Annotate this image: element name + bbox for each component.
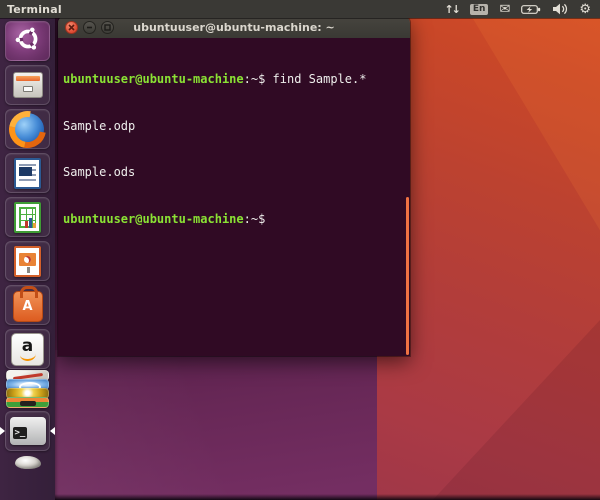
launcher-item-libreoffice-writer[interactable] — [5, 153, 50, 193]
launcher-item-folded-app-4[interactable] — [6, 397, 49, 408]
messaging-menu-icon[interactable]: ✉ — [499, 3, 510, 16]
launcher-item-trash[interactable] — [15, 456, 41, 469]
terminal-line: ubuntuuser@ubuntu-machine:~$ — [63, 212, 405, 228]
terminal-titlebar[interactable]: ubuntuuser@ubuntu-machine: ~ — [58, 16, 410, 39]
prompt-suffix: :~$ — [244, 72, 266, 86]
wallpaper-facet — [0, 350, 380, 500]
launcher-item-terminal[interactable]: >_ — [5, 411, 50, 451]
close-button[interactable] — [65, 21, 78, 34]
output-text: Sample.ods — [63, 165, 135, 179]
top-panel: Terminal ↑↓ En ✉ ⚙ — [0, 0, 600, 18]
terminal-line: ubuntuuser@ubuntu-machine:~$ find Sample… — [63, 72, 405, 88]
terminal-output-area[interactable]: ubuntuuser@ubuntu-machine:~$ find Sample… — [58, 38, 410, 356]
prompt-text: ubuntuuser@ubuntu-machine — [63, 72, 244, 86]
keyboard-layout-indicator[interactable]: En — [470, 4, 489, 15]
output-text: Sample.odp — [63, 119, 135, 133]
unity-launcher: A a >_ — [0, 18, 55, 500]
terminal-line: Sample.ods — [63, 165, 405, 181]
battery-indicator-icon[interactable] — [521, 4, 541, 15]
terminal-monitor-icon: >_ — [10, 417, 46, 445]
indicator-tray: ↑↓ En ✉ ⚙ — [444, 3, 600, 16]
bottom-vignette — [0, 494, 600, 500]
command-text: find Sample.* — [265, 72, 366, 86]
overlay-scrollbar-thumb[interactable] — [406, 197, 409, 355]
terminal-line: Sample.odp — [63, 119, 405, 135]
terminal-window: ubuntuuser@ubuntu-machine: ~ ubuntuuser@… — [58, 16, 410, 356]
launcher-item-amazon[interactable]: a — [5, 329, 50, 369]
maximize-button[interactable] — [101, 21, 114, 34]
terminal-screen-glyph: >_ — [13, 427, 28, 439]
amazon-smile-arrow — [19, 352, 36, 361]
launcher-item-libreoffice-calc[interactable] — [5, 197, 50, 237]
software-bag-icon: A — [13, 291, 43, 322]
libreoffice-writer-icon — [14, 158, 41, 189]
software-bag-letter: A — [22, 299, 32, 314]
prompt-text: ubuntuuser@ubuntu-machine — [63, 212, 244, 226]
active-app-menu-title[interactable]: Terminal — [0, 3, 62, 16]
window-controls — [58, 16, 114, 38]
firefox-icon — [11, 113, 44, 146]
launcher-item-firefox[interactable] — [5, 109, 50, 149]
launcher-item-files[interactable] — [5, 65, 50, 105]
session-menu-gear-icon[interactable]: ⚙ — [579, 3, 591, 16]
files-drawer-icon — [13, 72, 43, 98]
amazon-icon: a — [11, 333, 44, 366]
launcher-item-dash-home[interactable] — [5, 21, 50, 61]
prompt-suffix: :~$ — [244, 212, 266, 226]
ubuntu-logo-icon — [15, 26, 41, 56]
libreoffice-calc-icon — [14, 202, 41, 233]
launcher-folded-stack — [6, 372, 49, 408]
network-indicator-icon[interactable]: ↑↓ — [444, 4, 458, 15]
launcher-item-ubuntu-software[interactable]: A — [5, 285, 50, 325]
libreoffice-impress-icon — [14, 246, 41, 277]
minimize-button[interactable] — [83, 21, 96, 34]
launcher-item-libreoffice-impress[interactable] — [5, 241, 50, 281]
sound-indicator-icon[interactable] — [552, 3, 568, 15]
